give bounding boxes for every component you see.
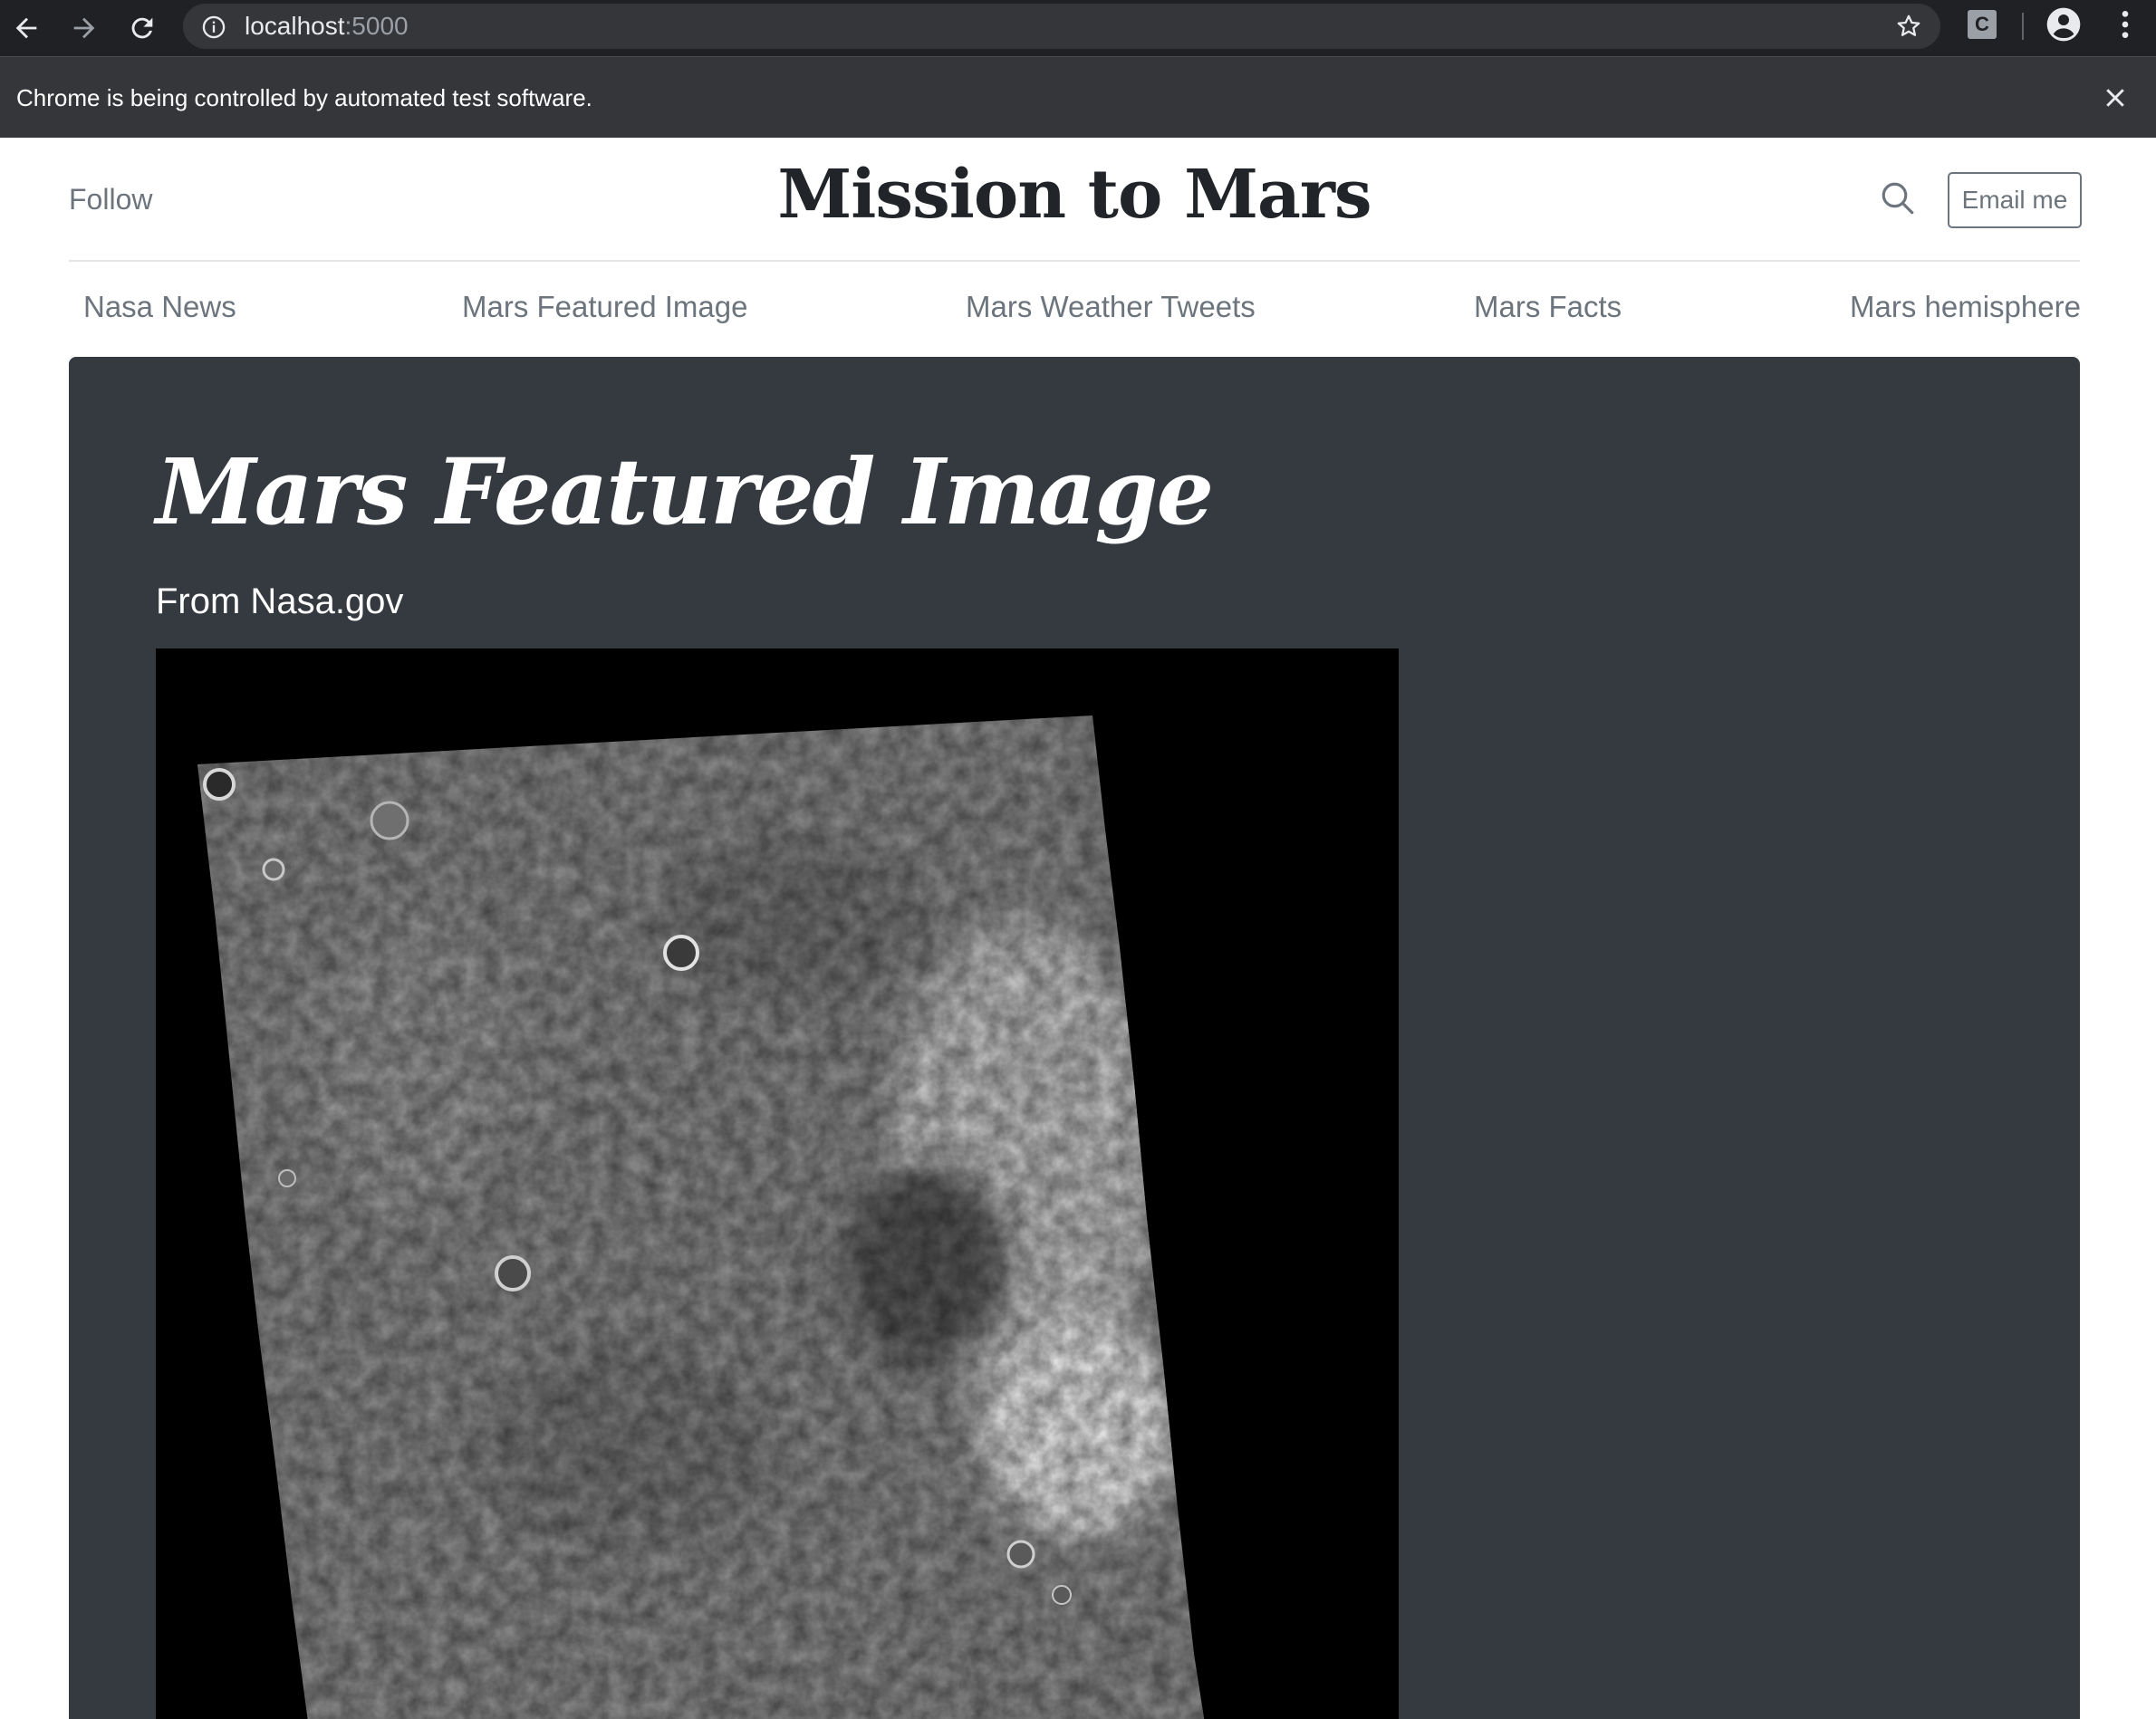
url-text: localhost:5000 xyxy=(245,4,409,49)
nav-item-weather-tweets[interactable]: Mars Weather Tweets xyxy=(966,262,1256,352)
featured-image-source: From Nasa.gov xyxy=(156,581,404,621)
nav-item-nasa-news[interactable]: Nasa News xyxy=(83,262,236,352)
close-icon[interactable] xyxy=(2102,84,2129,111)
extension-icon[interactable]: C xyxy=(1968,10,1997,39)
search-icon[interactable] xyxy=(1879,179,1917,217)
nav-item-mars-facts[interactable]: Mars Facts xyxy=(1474,262,1622,352)
arrow-left-icon xyxy=(15,17,37,39)
page-content: Follow Mission to Mars Email me Nasa New… xyxy=(0,138,2156,1719)
mars-surface-image xyxy=(156,648,1399,1719)
nav-item-featured-image[interactable]: Mars Featured Image xyxy=(462,262,747,352)
reload-icon xyxy=(131,17,153,39)
reload-button[interactable] xyxy=(120,5,165,51)
featured-image[interactable] xyxy=(156,648,1399,1719)
featured-image-heading: Mars Featured Image xyxy=(156,438,1214,545)
url-host: localhost xyxy=(245,12,345,40)
arrow-right-icon xyxy=(73,17,95,39)
forward-button[interactable] xyxy=(62,5,107,51)
url-port: :5000 xyxy=(344,12,409,40)
menu-kebab-icon[interactable] xyxy=(2107,6,2143,43)
info-icon[interactable] xyxy=(201,14,226,40)
automation-infobar: Chrome is being controlled by automated … xyxy=(0,56,2156,138)
section-nav: Nasa News Mars Featured Image Mars Weath… xyxy=(69,262,2081,352)
bookmark-star-icon[interactable] xyxy=(1895,13,1922,40)
profile-icon[interactable] xyxy=(2045,6,2082,43)
email-me-button[interactable]: Email me xyxy=(1948,172,2082,228)
infobar-message: Chrome is being controlled by automated … xyxy=(16,84,592,111)
featured-image-section: Mars Featured Image From Nasa.gov xyxy=(69,357,2080,1719)
site-title[interactable]: Mission to Mars xyxy=(69,156,2080,234)
browser-toolbar: localhost:5000 C xyxy=(0,0,2156,56)
site-header: Follow Mission to Mars Email me xyxy=(69,138,2082,262)
nav-item-mars-hemisphere[interactable]: Mars hemisphere xyxy=(1850,262,2081,352)
address-bar[interactable]: localhost:5000 xyxy=(183,4,1940,49)
back-button[interactable] xyxy=(4,5,49,51)
toolbar-divider xyxy=(2022,13,2024,40)
